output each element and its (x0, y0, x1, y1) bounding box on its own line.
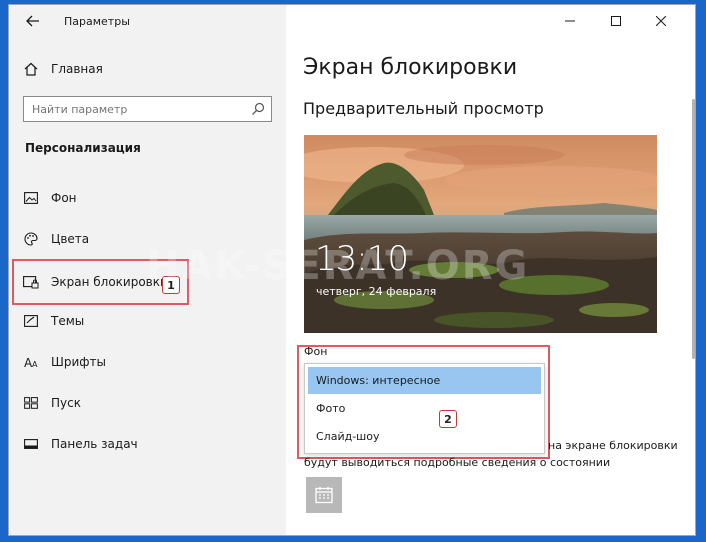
sidebar-item-home[interactable]: Главная (9, 54, 286, 84)
annotation-badge-1: 1 (162, 276, 180, 294)
description-line-1: на экране блокировки (548, 439, 678, 452)
dropdown-option-slideshow[interactable]: Слайд-шоу (308, 423, 541, 450)
sidebar-item-fonts[interactable]: AA Шрифты (9, 347, 286, 377)
preview-heading: Предварительный просмотр (303, 99, 544, 118)
background-dropdown-list: Windows: интересное Фото Слайд-шоу (304, 363, 545, 454)
start-icon (23, 395, 39, 411)
maximize-icon (611, 16, 621, 26)
sidebar: Параметры Главная Персонализация Фон (9, 5, 286, 535)
dropdown-option-windows-spotlight[interactable]: Windows: интересное (308, 367, 541, 394)
sidebar-item-label: Панель задач (51, 437, 138, 451)
window-title: Параметры (64, 15, 130, 28)
sidebar-item-colors[interactable]: Цвета (9, 224, 286, 254)
back-button[interactable] (19, 11, 47, 31)
close-icon (656, 16, 666, 26)
sidebar-item-background[interactable]: Фон (9, 183, 286, 213)
sidebar-item-label: Цвета (51, 232, 90, 246)
font-icon: AA (23, 354, 39, 370)
sidebar-item-label: Фон (51, 191, 77, 205)
calendar-icon (315, 487, 333, 504)
preview-date: четверг, 24 февраля (316, 285, 437, 298)
search-input[interactable] (32, 101, 242, 117)
sidebar-item-label: Главная (51, 62, 103, 76)
minimize-button[interactable] (555, 11, 585, 31)
lock-screen-preview: 13:10 четверг, 24 февраля (304, 135, 657, 333)
description-line-2: будут выводиться подробные сведения о со… (304, 456, 611, 469)
calendar-app-tile[interactable] (306, 477, 342, 513)
vertical-scrollbar[interactable] (692, 99, 695, 359)
settings-window: Параметры Главная Персонализация Фон (8, 4, 696, 536)
maximize-button[interactable] (601, 11, 631, 31)
sidebar-item-label: Пуск (51, 396, 81, 410)
sidebar-item-label: Темы (51, 314, 85, 328)
annotation-badge-2: 2 (439, 410, 457, 428)
preview-clock: 13:10 (315, 239, 409, 279)
sidebar-item-taskbar[interactable]: Панель задач (9, 429, 286, 459)
page-title: Экран блокировки (303, 55, 518, 80)
taskbar-icon (23, 436, 39, 452)
search-icon (252, 102, 265, 115)
background-label: Фон (304, 345, 328, 358)
palette-icon (23, 231, 39, 247)
dropdown-option-photo[interactable]: Фото (308, 395, 541, 422)
sidebar-item-start[interactable]: Пуск (9, 388, 286, 418)
sidebar-item-themes[interactable]: Темы (9, 306, 286, 336)
search-field[interactable] (23, 96, 272, 122)
sidebar-item-label: Шрифты (51, 355, 106, 369)
picture-icon (23, 190, 39, 206)
arrow-left-icon (26, 15, 39, 27)
section-title: Персонализация (25, 141, 141, 155)
svg-text:A: A (32, 360, 38, 369)
brush-icon (23, 313, 39, 329)
minimize-icon (565, 20, 575, 22)
home-icon (23, 61, 39, 77)
main-content: Экран блокировки Предварительный просмот… (146, 5, 695, 535)
close-button[interactable] (646, 11, 676, 31)
landscape-image (304, 135, 657, 333)
